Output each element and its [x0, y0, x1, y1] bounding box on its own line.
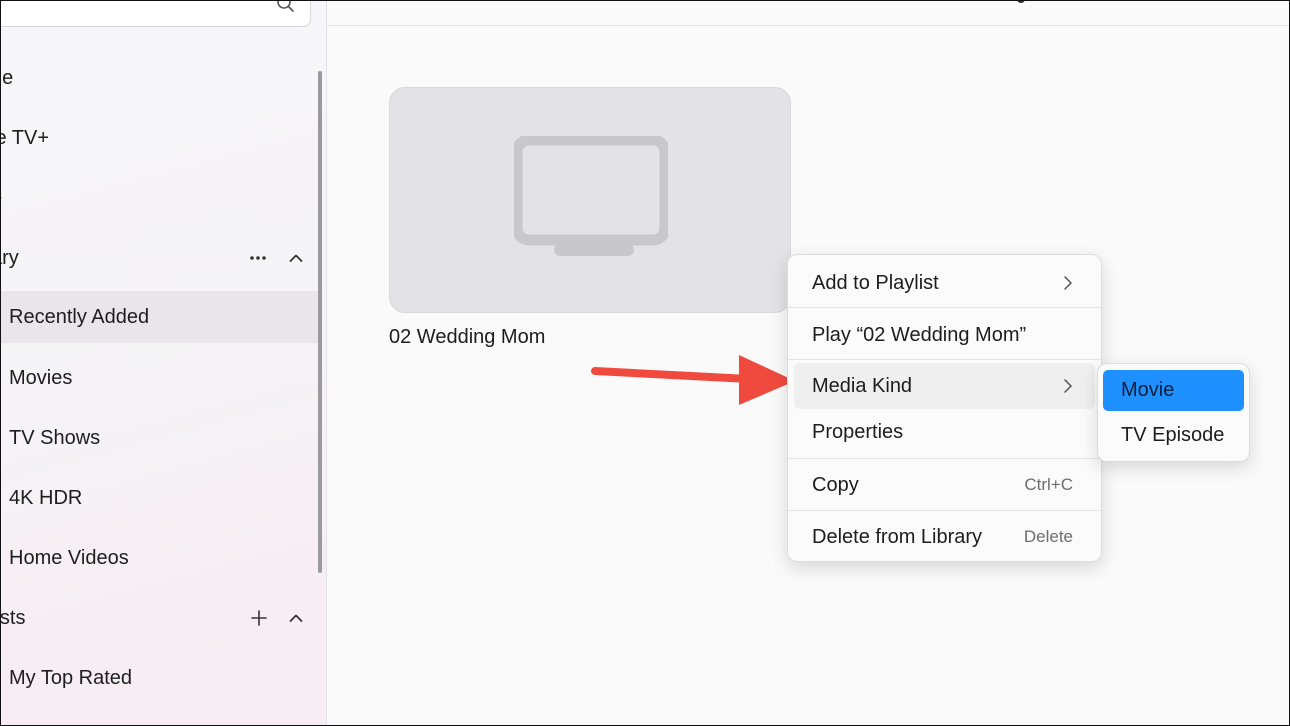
menu-separator: [788, 307, 1101, 308]
menu-item-shortcut: Delete: [1023, 527, 1073, 546]
menu-item-label: Media Kind: [812, 375, 913, 397]
sidebar-item-home[interactable]: ne: [1, 52, 319, 104]
menu-item-properties[interactable]: Properties: [794, 409, 1095, 455]
menu-item-play[interactable]: Play “02 Wedding Mom”: [794, 312, 1095, 358]
sidebar-item-label: ne: [1, 67, 14, 89]
menu-item-label: Delete from Library: [812, 526, 983, 548]
media-thumbnail[interactable]: [389, 87, 791, 313]
menu-item-add-to-playlist[interactable]: Add to Playlist: [794, 260, 1095, 306]
chevron-right-icon: [1064, 276, 1072, 290]
sidebar-item-home-videos[interactable]: Home Videos: [1, 532, 319, 584]
sidebar-item-store[interactable]: e: [1, 172, 319, 224]
menu-item-copy[interactable]: Copy Ctrl+C: [794, 462, 1095, 508]
toolbar-indicator: [1017, 1, 1025, 3]
sidebar-item-label: Movies: [9, 367, 73, 389]
sidebar-item-label: Home Videos: [9, 547, 129, 569]
ellipsis-icon[interactable]: [249, 255, 267, 261]
sidebar-item-recently-added[interactable]: Recently Added: [1, 291, 319, 343]
menu-item-label: Play “02 Wedding Mom”: [812, 324, 1027, 346]
menu-separator: [788, 510, 1101, 511]
submenu-item-label: Movie: [1121, 379, 1175, 401]
sidebar: ne le TV+ e ary Recently Added: [1, 1, 327, 725]
sidebar-item-label: Recently Added: [9, 306, 150, 328]
chevron-up-icon[interactable]: [289, 613, 303, 623]
sidebar-item-label: TV Shows: [9, 427, 101, 449]
sidebar-item-label: e: [1, 172, 2, 224]
sidebar-item-my-top-rated[interactable]: My Top Rated: [1, 652, 319, 704]
media-kind-submenu: Movie TV Episode: [1097, 363, 1250, 462]
menu-separator: [788, 458, 1101, 459]
media-title[interactable]: 02 Wedding Mom: [389, 323, 545, 351]
menu-item-label: Add to Playlist: [812, 272, 939, 294]
sidebar-section-playlists[interactable]: lists: [1, 592, 319, 644]
menu-item-media-kind[interactable]: Media Kind: [794, 363, 1095, 409]
menu-item-shortcut: Ctrl+C: [1024, 475, 1073, 494]
plus-icon[interactable]: [251, 610, 267, 626]
menu-separator: [788, 359, 1101, 360]
sidebar-item-label: My Top Rated: [9, 667, 133, 689]
submenu-item-label: TV Episode: [1121, 424, 1225, 446]
sidebar-section-label: ary: [1, 247, 19, 269]
toolbar: [327, 1, 1289, 26]
menu-item-label: Properties: [812, 421, 904, 443]
chevron-right-icon: [1064, 379, 1072, 393]
menu-item-delete-from-library[interactable]: Delete from Library Delete: [794, 514, 1095, 560]
search-icon: [277, 1, 294, 12]
sidebar-item-label: 4K HDR: [9, 487, 83, 509]
sidebar-item-apple-tv-plus[interactable]: le TV+: [1, 112, 319, 164]
chevron-up-icon[interactable]: [289, 253, 303, 263]
sidebar-item-movies[interactable]: Movies: [1, 352, 319, 404]
sidebar-item-4k-hdr[interactable]: 4K HDR: [1, 472, 319, 524]
submenu-item-tv-episode[interactable]: TV Episode: [1103, 415, 1244, 456]
context-menu: Add to Playlist Play “02 Wedding Mom” Me…: [787, 254, 1102, 562]
sidebar-section-library[interactable]: ary: [1, 232, 319, 284]
annotation-arrow: [591, 355, 795, 405]
sidebar-section-label: lists: [0, 607, 26, 629]
menu-item-label: Copy: [812, 474, 859, 496]
tv-icon: [514, 136, 668, 256]
sidebar-item-tv-shows[interactable]: TV Shows: [1, 412, 319, 464]
search-input[interactable]: [1, 1, 311, 27]
sidebar-scrollbar[interactable]: [318, 71, 322, 573]
app-window: ne le TV+ e ary Recently Added: [0, 0, 1290, 726]
submenu-item-movie[interactable]: Movie: [1103, 370, 1244, 411]
sidebar-item-label: le TV+: [1, 127, 49, 149]
